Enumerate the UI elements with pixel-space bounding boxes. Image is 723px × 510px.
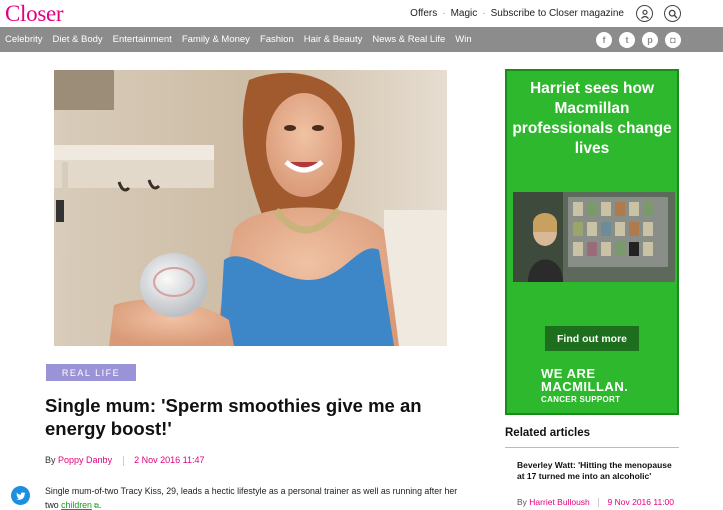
ad-logo-sub: CANCER SUPPORT (541, 395, 621, 404)
article-body-paragraph: Single mum-of-two Tracy Kiss, 29, leads … (45, 484, 465, 510)
ad-photo (513, 192, 675, 282)
offers-link[interactable]: Offers (410, 8, 437, 19)
nav-item-entertainment[interactable]: Entertainment (113, 34, 172, 45)
user-icon[interactable] (636, 5, 653, 22)
search-icon[interactable] (664, 5, 681, 22)
related-byline-divider (598, 498, 600, 508)
article-byline: By Poppy Danby 2 Nov 2016 11:47 (45, 455, 205, 466)
related-divider (505, 447, 679, 448)
author-link[interactable]: Poppy Danby (58, 455, 112, 465)
article-hero-image (54, 70, 447, 346)
nav-item-hair-beauty[interactable]: Hair & Beauty (304, 34, 363, 45)
nav-item-fashion[interactable]: Fashion (260, 34, 294, 45)
nav-items: Celebrity Diet & Body Entertainment Fami… (5, 34, 472, 45)
category-badge[interactable]: REAL LIFE (46, 364, 136, 381)
related-article-byline: By Harriet Bulloush 9 Nov 2016 11:00 (517, 497, 675, 508)
related-byline-prefix: By (517, 497, 527, 507)
link-separator: · (442, 8, 446, 19)
related-article-title[interactable]: Beverley Watt: 'Hitting the menopause at… (517, 460, 677, 482)
body-text-end: . (98, 500, 102, 510)
link-separator: · (482, 8, 486, 19)
nav-item-news-real-life[interactable]: News & Real Life (372, 34, 445, 45)
related-publish-date: 9 Nov 2016 11:00 (607, 497, 675, 507)
children-link[interactable]: children (61, 500, 92, 510)
main-nav: Celebrity Diet & Body Entertainment Fami… (0, 27, 723, 52)
twitter-icon[interactable]: t (619, 32, 635, 48)
body-text-start: Single mum-of-two Tracy Kiss, 29, leads … (45, 486, 458, 510)
instagram-icon[interactable]: ◘ (665, 32, 681, 48)
facebook-icon[interactable]: f (596, 32, 612, 48)
nav-item-diet-body[interactable]: Diet & Body (53, 34, 103, 45)
external-link-icon: ⧉ (91, 503, 99, 510)
related-articles-title: Related articles (505, 427, 591, 439)
ad-headline: Harriet sees how Macmillan professionals… (512, 80, 672, 157)
article-headline: Single mum: 'Sperm smoothies give me an … (45, 395, 422, 439)
subscribe-link[interactable]: Subscribe to Closer magazine (491, 8, 624, 19)
top-links: Offers · Magic · Subscribe to Closer mag… (410, 8, 624, 19)
twitter-share-icon[interactable] (11, 486, 30, 505)
nav-item-win[interactable]: Win (455, 34, 471, 45)
find-out-more-button[interactable]: Find out more (545, 326, 639, 351)
related-author-link[interactable]: Harriet Bulloush (529, 497, 589, 507)
byline-divider (122, 455, 124, 466)
byline-prefix: By (45, 455, 56, 465)
pinterest-icon[interactable]: p (642, 32, 658, 48)
ad-logo-main: WE ARE MACMILLAN. (541, 366, 629, 394)
nav-item-family-money[interactable]: Family & Money (182, 34, 250, 45)
magic-link[interactable]: Magic (451, 8, 478, 19)
closer-logo[interactable]: Closer (5, 1, 64, 27)
macmillan-ad[interactable]: Harriet sees how Macmillan professionals… (505, 69, 679, 415)
macmillan-logo: WE ARE MACMILLAN. CANCER SUPPORT (541, 367, 677, 406)
top-bar: Closer Offers · Magic · Subscribe to Clo… (0, 0, 723, 27)
nav-item-celebrity[interactable]: Celebrity (5, 34, 43, 45)
publish-date: 2 Nov 2016 11:47 (134, 455, 205, 465)
